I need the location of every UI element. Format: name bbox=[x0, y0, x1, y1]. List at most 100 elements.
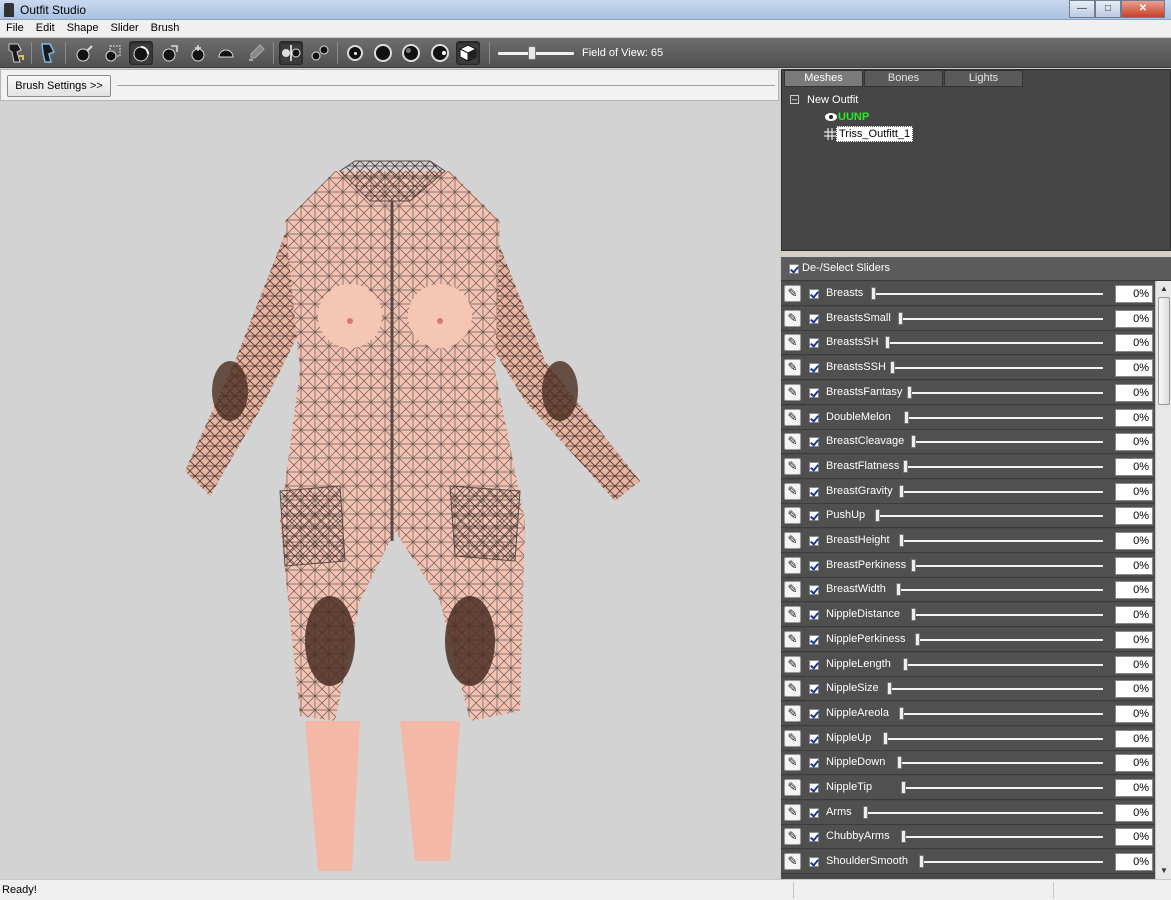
slider-thumb[interactable] bbox=[915, 632, 920, 646]
slider-checkbox[interactable] bbox=[809, 610, 819, 621]
edit-pencil-icon[interactable]: ✎ bbox=[784, 457, 801, 475]
tree-reference-node[interactable]: UUNP bbox=[790, 108, 913, 125]
edit-pencil-icon[interactable]: ✎ bbox=[784, 581, 801, 599]
edit-pencil-icon[interactable]: ✎ bbox=[784, 779, 801, 796]
collapse-icon[interactable]: – bbox=[790, 95, 799, 104]
move-brush-icon[interactable] bbox=[157, 41, 181, 65]
slider-checkbox[interactable] bbox=[809, 634, 819, 645]
transform-tool-icon[interactable] bbox=[36, 41, 60, 65]
slider-value-field[interactable]: 0% bbox=[1115, 853, 1153, 872]
slider-row[interactable]: ✎ BreastsSmall 0% bbox=[781, 306, 1155, 331]
3d-viewport[interactable] bbox=[0, 101, 779, 879]
slider-row[interactable]: ✎ Arms 0% bbox=[781, 800, 1155, 825]
slider-checkbox[interactable] bbox=[809, 486, 819, 497]
slider-thumb[interactable] bbox=[911, 558, 916, 572]
edit-pencil-icon[interactable]: ✎ bbox=[784, 359, 801, 377]
slider-thumb[interactable] bbox=[883, 731, 888, 745]
eye-icon[interactable] bbox=[824, 112, 838, 122]
deselect-all-checkbox[interactable] bbox=[789, 264, 799, 274]
slider-value-field[interactable]: 0% bbox=[1115, 433, 1153, 452]
slider-checkbox[interactable] bbox=[809, 708, 819, 719]
slider-row[interactable]: ✎ NippleDown 0% bbox=[781, 751, 1155, 776]
cube-view-icon[interactable] bbox=[456, 41, 480, 65]
edit-pencil-icon[interactable]: ✎ bbox=[784, 803, 801, 821]
slider-row[interactable]: ✎ PushUp 0% bbox=[781, 504, 1155, 529]
slider-row[interactable]: ✎ BreastPerkiness 0% bbox=[781, 553, 1155, 578]
brush-settings-button[interactable]: Brush Settings >> bbox=[7, 75, 111, 97]
wireframe-icon[interactable] bbox=[371, 41, 395, 65]
slider-checkbox[interactable] bbox=[809, 684, 819, 695]
slider-checkbox[interactable] bbox=[809, 857, 819, 868]
slider-track[interactable] bbox=[921, 861, 1103, 864]
slider-track[interactable] bbox=[900, 317, 1103, 320]
slider-checkbox[interactable] bbox=[809, 807, 819, 818]
slider-thumb[interactable] bbox=[911, 608, 916, 622]
tab-meshes[interactable]: Meshes bbox=[784, 70, 863, 87]
slider-value-field[interactable]: 0% bbox=[1115, 803, 1153, 822]
edit-pencil-icon[interactable]: ✎ bbox=[784, 680, 801, 698]
tree-project-node[interactable]: – New Outfit bbox=[790, 91, 913, 108]
slider-thumb[interactable] bbox=[871, 287, 876, 300]
scroll-up-icon[interactable]: ▲ bbox=[1159, 284, 1169, 294]
slider-row[interactable]: ✎ NippleTip 0% bbox=[781, 776, 1155, 800]
edit-pencil-icon[interactable]: ✎ bbox=[784, 383, 801, 401]
slider-thumb[interactable] bbox=[887, 682, 892, 696]
mirror-x-icon[interactable] bbox=[279, 41, 303, 65]
edit-pencil-icon[interactable]: ✎ bbox=[784, 729, 801, 747]
minimize-icon[interactable]: — bbox=[1069, 0, 1095, 18]
slider-track[interactable] bbox=[901, 540, 1103, 542]
edit-pencil-icon[interactable]: ✎ bbox=[784, 606, 801, 624]
slider-thumb[interactable] bbox=[897, 756, 902, 770]
slider-value-field[interactable]: 0% bbox=[1115, 655, 1153, 674]
slider-thumb[interactable] bbox=[911, 435, 916, 449]
slider-checkbox[interactable] bbox=[809, 733, 819, 744]
edit-pencil-icon[interactable]: ✎ bbox=[784, 507, 801, 525]
slider-value-field[interactable]: 0% bbox=[1115, 285, 1153, 303]
slider-row[interactable]: ✎ NippleAreola 0% bbox=[781, 701, 1155, 726]
slider-row[interactable]: ✎ BreastWidth 0% bbox=[781, 578, 1155, 603]
slider-row[interactable]: ✎ NippleLength 0% bbox=[781, 652, 1155, 677]
deflate-brush-icon[interactable] bbox=[129, 41, 153, 65]
slider-scrollbar[interactable]: ▲ ▼ bbox=[1155, 281, 1171, 879]
edit-pencil-icon[interactable]: ✎ bbox=[784, 754, 801, 772]
slider-checkbox[interactable] bbox=[809, 536, 819, 546]
slider-row[interactable]: ✎ BreastGravity 0% bbox=[781, 479, 1155, 504]
slider-checkbox[interactable] bbox=[809, 289, 819, 299]
slider-track[interactable] bbox=[905, 663, 1103, 666]
slider-track[interactable] bbox=[877, 515, 1103, 518]
edit-pencil-icon[interactable]: ✎ bbox=[784, 482, 801, 500]
slider-track[interactable] bbox=[913, 614, 1103, 617]
slider-row[interactable]: ✎ NippleSize 0% bbox=[781, 677, 1155, 702]
slider-checkbox[interactable] bbox=[809, 387, 819, 398]
edit-pencil-icon[interactable]: ✎ bbox=[784, 309, 801, 327]
slider-track[interactable] bbox=[885, 737, 1103, 740]
slider-checkbox[interactable] bbox=[809, 585, 819, 596]
menu-file[interactable]: File bbox=[0, 20, 30, 37]
slider-thumb[interactable] bbox=[903, 459, 908, 473]
slider-value-field[interactable]: 0% bbox=[1115, 309, 1153, 328]
slider-track[interactable] bbox=[901, 490, 1103, 493]
slider-thumb[interactable] bbox=[901, 781, 906, 794]
slider-value-field[interactable]: 0% bbox=[1115, 556, 1153, 575]
slider-thumb[interactable] bbox=[863, 805, 868, 819]
slider-thumb[interactable] bbox=[919, 855, 924, 869]
menu-brush[interactable]: Brush bbox=[145, 20, 186, 37]
slider-track[interactable] bbox=[913, 441, 1103, 444]
slider-track[interactable] bbox=[865, 811, 1103, 814]
slider-thumb[interactable] bbox=[907, 385, 912, 399]
slider-track[interactable] bbox=[903, 787, 1103, 789]
slider-thumb[interactable] bbox=[898, 311, 903, 325]
slider-track[interactable] bbox=[903, 836, 1103, 839]
slider-value-field[interactable]: 0% bbox=[1115, 828, 1153, 847]
slider-value-field[interactable]: 0% bbox=[1115, 334, 1153, 353]
slider-track[interactable] bbox=[913, 564, 1103, 567]
slider-thumb[interactable] bbox=[899, 534, 904, 547]
select-tool-icon[interactable] bbox=[4, 41, 28, 65]
slider-track[interactable] bbox=[909, 391, 1103, 394]
slider-value-field[interactable]: 0% bbox=[1115, 482, 1153, 501]
slider-value-field[interactable]: 0% bbox=[1115, 383, 1153, 402]
slider-row[interactable]: ✎ DoubleMelon 0% bbox=[781, 405, 1155, 430]
slider-value-field[interactable]: 0% bbox=[1115, 729, 1153, 748]
tab-bones[interactable]: Bones bbox=[864, 70, 943, 87]
slider-checkbox[interactable] bbox=[809, 511, 819, 522]
